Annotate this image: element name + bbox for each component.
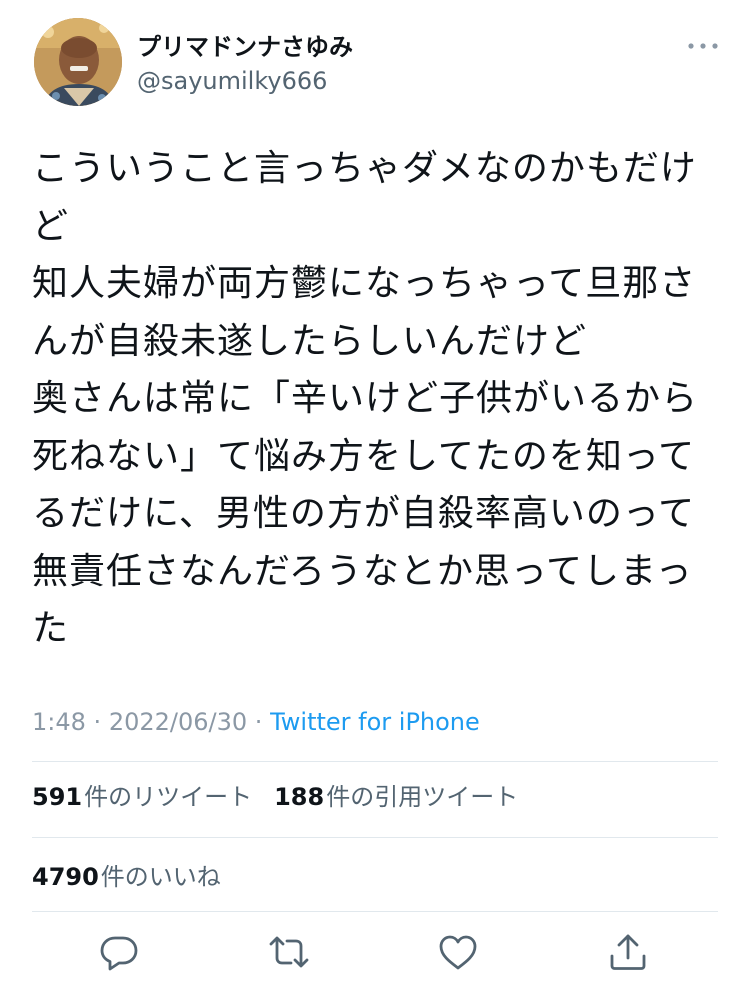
retweets-label: 件のリツイート <box>84 783 253 811</box>
tweet-body: こういうこと言っちゃダメなのかもだけ ど 知人夫婦が両方鬱になっちゃって旦那さ … <box>32 140 722 658</box>
heart-icon <box>439 935 477 970</box>
likes-label: 件のいいね <box>100 863 221 891</box>
tweet-time[interactable]: 1:48 <box>32 708 86 736</box>
tweet-meta: 1:48 · 2022/06/30 · Twitter for iPhone <box>32 706 480 738</box>
divider <box>32 837 718 838</box>
avatar[interactable] <box>34 18 122 106</box>
tweet-actions-bar <box>0 930 750 978</box>
tweet-header: プリマドンナさゆみ @sayumilky666 <box>34 18 724 110</box>
likes-stat[interactable]: 4790件のいいね <box>32 863 221 891</box>
retweet-stats-row: 591件のリツイート 188件の引用ツイート <box>32 781 518 813</box>
more-dots-icon[interactable] <box>686 34 720 58</box>
tweet-line: た <box>32 608 70 649</box>
quotes-label: 件の引用ツイート <box>326 783 519 811</box>
reply-bubble-icon <box>100 936 138 971</box>
share-upload-icon <box>610 934 646 970</box>
tweet-line: るだけに、男性の方が自殺率高いのって <box>32 493 696 534</box>
user-handle[interactable]: @sayumilky666 <box>137 66 327 96</box>
retweets-stat[interactable]: 591件のリツイート <box>32 783 252 811</box>
quotes-stat[interactable]: 188件の引用ツイート <box>274 783 518 811</box>
tweet-line: 知人夫婦が両方鬱になっちゃって旦那さ <box>32 263 697 304</box>
tweet-source-link[interactable]: Twitter for iPhone <box>270 708 480 736</box>
display-name[interactable]: プリマドンナさゆみ <box>137 32 353 62</box>
share-button[interactable] <box>606 930 650 974</box>
retweet-arrows-icon <box>269 936 309 968</box>
tweet-line: こういうこと言っちゃダメなのかもだけ <box>32 148 697 189</box>
tweet-line: 死ねない」て悩み方をしてたのを知って <box>32 435 696 477</box>
quotes-count: 188 <box>274 783 325 811</box>
likes-count: 4790 <box>32 863 99 891</box>
tweet-line: 無責任さなんだろうなとか思ってしまっ <box>32 550 693 592</box>
like-button[interactable] <box>436 930 480 974</box>
tweet-date[interactable]: 2022/06/30 <box>109 708 247 736</box>
tweet-line: 奥さんは常に「辛いけど子供がいるから <box>32 378 699 419</box>
tweet-line: んが自殺未遂したらしいんだけど <box>32 320 588 362</box>
retweets-count: 591 <box>32 783 83 811</box>
tweet-line: ど <box>32 205 70 247</box>
retweet-button[interactable] <box>267 930 311 974</box>
avatar-image <box>34 18 122 106</box>
likes-stats-row: 4790件のいいね <box>32 861 221 893</box>
meta-separator: · <box>254 708 263 736</box>
divider <box>32 911 718 912</box>
reply-button[interactable] <box>97 930 141 974</box>
divider <box>32 761 718 762</box>
meta-separator: · <box>93 708 102 736</box>
